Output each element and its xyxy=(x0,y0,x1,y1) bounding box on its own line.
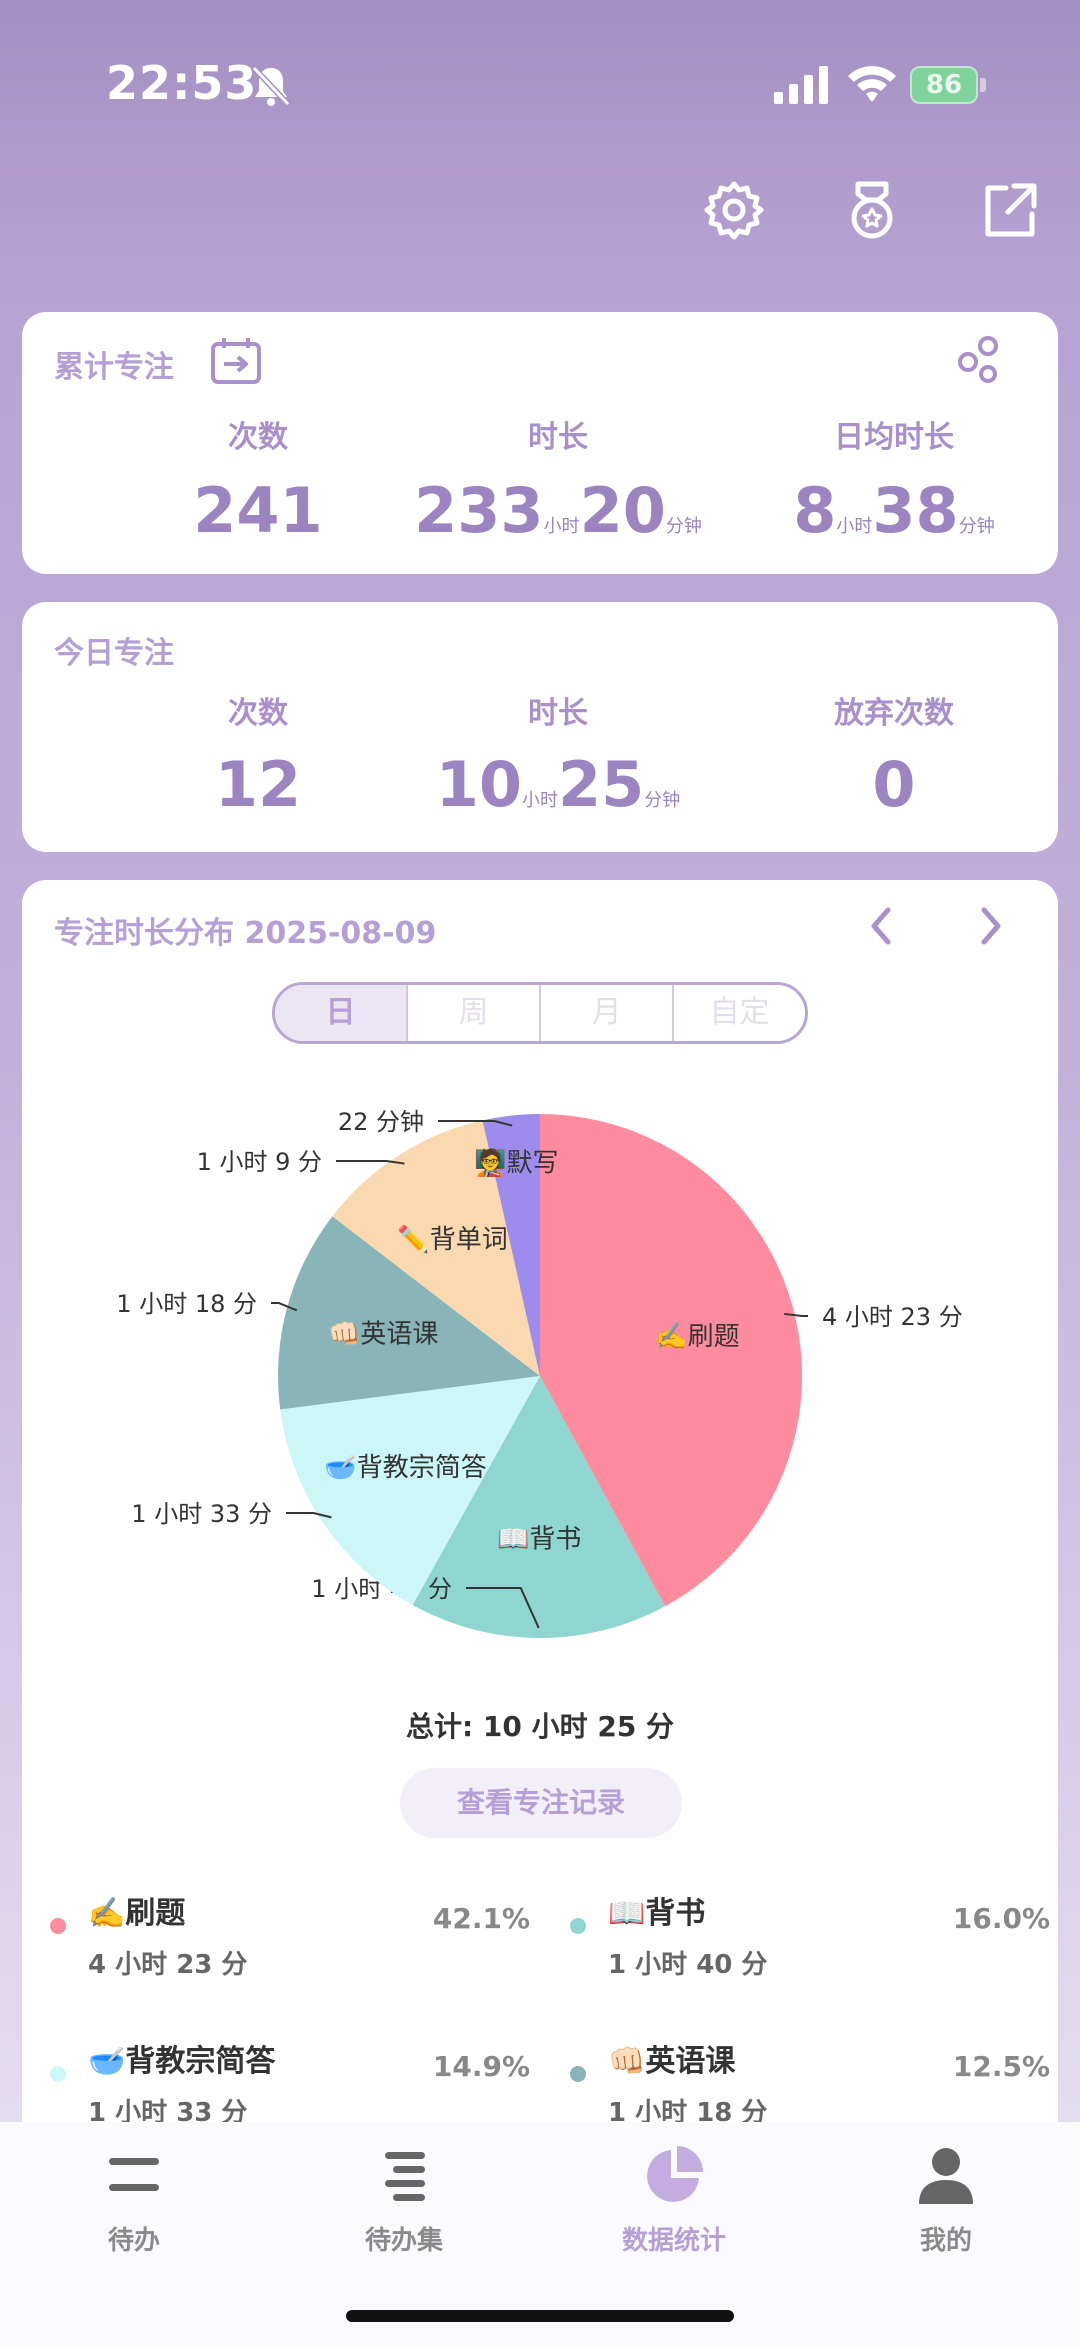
duration-label: 时长 xyxy=(528,696,588,731)
chevron-right-icon[interactable] xyxy=(970,904,1010,948)
slice-value-label: 4 小时 23 分 xyxy=(822,1303,963,1331)
bell-muted-icon xyxy=(251,65,291,107)
legend-percent: 14.9% xyxy=(432,2050,530,2083)
tab-custom[interactable]: 自定 xyxy=(674,985,805,1041)
abandon-value: 0 xyxy=(872,748,916,821)
home-indicator xyxy=(346,2310,734,2322)
duration-value: 10小时25分钟 xyxy=(435,748,681,821)
legend-dot xyxy=(50,1918,66,1934)
gear-icon[interactable] xyxy=(704,180,764,240)
wifi-icon xyxy=(848,66,896,102)
card-title: 今日专注 xyxy=(54,636,174,671)
duration-value: 233小时20分钟 xyxy=(414,474,702,547)
legend-percent: 42.1% xyxy=(432,1902,530,1935)
tab-day[interactable]: 日 xyxy=(275,985,408,1041)
slice-value-label: 22 分钟 xyxy=(338,1108,424,1136)
person-icon xyxy=(919,2148,973,2204)
tab-me[interactable]: 我的 xyxy=(846,2142,1046,2257)
tab-statistics[interactable]: 数据统计 xyxy=(574,2142,774,2257)
tab-week[interactable]: 周 xyxy=(408,985,541,1041)
count-value: 12 xyxy=(214,748,302,821)
bottom-tab-bar: 待办 待办集 数据统计 我的 xyxy=(0,2122,1080,2348)
legend-name: 📖背书 xyxy=(608,1896,706,1931)
chevron-left-icon[interactable] xyxy=(862,904,902,948)
slice-name-label: ✏️背单词 xyxy=(397,1223,507,1255)
legend-dot xyxy=(570,2066,586,2082)
tab-label: 我的 xyxy=(919,2226,972,2256)
legend-dot xyxy=(570,1918,586,1934)
slice-value-label: 1 小时 9 分 xyxy=(197,1148,322,1176)
legend-name: 👊🏻英语课 xyxy=(608,2044,736,2079)
focus-pie-chart: ✍️刷题4 小时 23 分📖背书1 小时 40 分🥣背教宗简答1 小时 33 分… xyxy=(116,1108,963,1638)
count-label: 次数 xyxy=(228,420,288,455)
tab-todo-sets[interactable]: 待办集 xyxy=(304,2142,504,2257)
legend-name: 🥣背教宗简答 xyxy=(88,2044,276,2079)
total-duration: 总计: 10 小时 25 分 xyxy=(405,1710,675,1743)
signal-icon xyxy=(774,66,828,104)
slice-name-label: 🥣背教宗简答 xyxy=(324,1453,486,1483)
bubbles-icon[interactable] xyxy=(954,334,1004,384)
legend-dot xyxy=(50,2066,66,2082)
status-bar: 22:53 86 xyxy=(0,0,1080,170)
count-value: 241 xyxy=(193,474,323,547)
tab-label: 待办 xyxy=(107,2226,160,2256)
card-title: 累计专注 xyxy=(54,350,174,385)
pie-chart-icon xyxy=(647,2146,703,2202)
battery-level: 86 xyxy=(910,66,978,104)
today-focus-card: 今日专注 次数 时长 放弃次数 12 10小时25分钟 0 xyxy=(22,602,1058,852)
legend-percent: 12.5% xyxy=(952,2050,1050,2083)
slice-value-label: 1 小时 18 分 xyxy=(116,1290,257,1318)
calendar-export-icon[interactable] xyxy=(210,336,262,386)
lines-icon xyxy=(109,2158,159,2191)
count-label: 次数 xyxy=(228,696,288,731)
distribution-title: 专注时长分布 2025-08-09 xyxy=(54,916,437,951)
slice-name-label: ✍️刷题 xyxy=(655,1322,739,1352)
slice-name-label: 🧑‍🏫默写 xyxy=(474,1146,558,1178)
abandon-label: 放弃次数 xyxy=(834,696,954,731)
legend-item[interactable]: ✍️刷题 4 小时 23 分 42.1% xyxy=(50,1888,530,2028)
slice-name-label: 👊🏻英语课 xyxy=(328,1320,438,1350)
legend-percent: 16.0% xyxy=(952,1902,1050,1935)
cumulative-focus-card: 累计专注 次数 时长 日均时长 241 233小时20分钟 8小时38分钟 xyxy=(22,312,1058,574)
period-segmented-control: 日 周 月 自定 xyxy=(272,982,808,1044)
tab-label: 数据统计 xyxy=(621,2226,726,2256)
daily-duration-label: 日均时长 xyxy=(834,420,954,455)
legend-time: 4 小时 23 分 xyxy=(88,1950,248,1980)
status-time: 22:53 xyxy=(106,56,258,110)
tab-label: 待办集 xyxy=(364,2226,443,2256)
tab-todo[interactable]: 待办 xyxy=(34,2142,234,2257)
duration-label: 时长 xyxy=(528,420,588,455)
legend-name: ✍️刷题 xyxy=(88,1896,186,1931)
tab-month[interactable]: 月 xyxy=(541,985,674,1041)
share-icon[interactable] xyxy=(980,180,1040,240)
medal-icon[interactable] xyxy=(842,180,902,240)
legend-time: 1 小时 40 分 xyxy=(608,1950,768,1980)
slice-name-label: 📖背书 xyxy=(497,1524,581,1554)
view-records-button[interactable]: 查看专注记录 xyxy=(400,1768,682,1838)
slice-value-label: 1 小时 33 分 xyxy=(131,1500,272,1528)
list-icon xyxy=(385,2152,425,2201)
legend-item[interactable]: 📖背书 1 小时 40 分 16.0% xyxy=(570,1888,1050,2028)
daily-duration-value: 8小时38分钟 xyxy=(793,474,995,547)
